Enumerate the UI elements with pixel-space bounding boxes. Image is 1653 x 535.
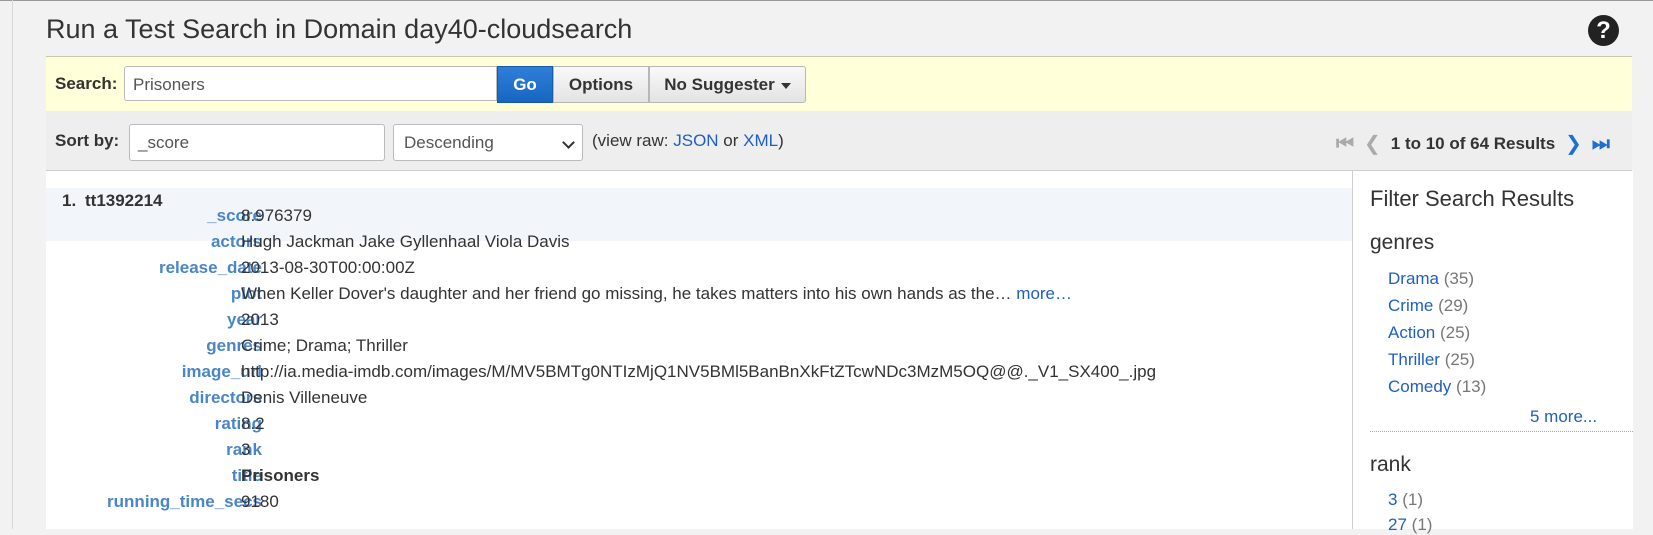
first-page-icon[interactable]: ⏮ (1336, 133, 1354, 156)
field-key: title (231, 466, 262, 485)
field-value: 8.976379 (241, 206, 312, 225)
facet-count: (25) (1444, 350, 1475, 369)
facet-count: (1) (1411, 515, 1433, 534)
facet-link[interactable]: 27 (1388, 515, 1407, 534)
sort-order-value: Descending (404, 133, 494, 152)
field-row: actors Hugh Jackman Jake Gyllenhaal Viol… (46, 232, 1352, 258)
suggester-label: No Suggester (664, 75, 775, 94)
field-key: rank (226, 440, 262, 459)
field-row: release_date 2013-08-30T00:00:00Z (46, 258, 1352, 284)
facet-link[interactable]: Crime (1388, 296, 1433, 315)
facet-link[interactable]: Thriller (1388, 350, 1440, 369)
results-panel: 1. tt1392214 _score 8.976379 actors Hugh… (46, 171, 1352, 529)
facet-link[interactable]: 3 (1388, 490, 1397, 509)
field-value: 3 (241, 440, 251, 459)
field-row: _score 8.976379 (46, 206, 1352, 232)
chevron-down-icon (562, 136, 575, 149)
field-value: When Keller Dover's daughter and her fri… (241, 284, 1072, 304)
last-page-icon[interactable]: ⏭ (1592, 133, 1610, 156)
page-title: Run a Test Search in Domain day40-clouds… (46, 14, 633, 44)
field-value: Hugh Jackman Jake Gyllenhaal Viola Davis (241, 232, 570, 251)
left-border (12, 0, 13, 529)
search-input[interactable]: Prisoners (124, 66, 497, 101)
field-row: rank 3 (46, 440, 1352, 466)
sort-order-select[interactable]: Descending (393, 124, 583, 161)
xml-link[interactable]: XML (743, 131, 778, 150)
field-row: title Prisoners (46, 466, 1352, 492)
facet-count: (1) (1402, 490, 1423, 509)
field-key: actors (210, 232, 262, 251)
facet-count: (25) (1439, 323, 1471, 342)
facet-heading-genres: genres (1370, 231, 1435, 254)
facet-item[interactable]: Comedy (13) (1388, 377, 1486, 397)
field-value: Prisoners (241, 466, 320, 485)
facet-link[interactable]: Comedy (1388, 377, 1451, 396)
field-row: plot When Keller Dover's daughter and he… (46, 284, 1352, 310)
pagination: ⏮ ❮ 1 to 10 of 64 Results ❯ ⏭ (1336, 131, 1610, 156)
field-row: rating 8.2 (46, 414, 1352, 440)
help-icon[interactable]: ? (1588, 15, 1619, 46)
divider (1370, 431, 1633, 432)
plot-more-link[interactable]: more… (1016, 284, 1072, 303)
field-value: Crime; Drama; Thriller (241, 336, 408, 355)
facet-item[interactable]: Drama (35) (1388, 269, 1474, 289)
filter-sidebar: Filter Search Results genres Drama (35) … (1352, 171, 1633, 534)
sort-field-input[interactable]: _score (129, 124, 385, 161)
options-button[interactable]: Options (553, 66, 649, 103)
sort-bar: Sort by: _score Descending (view raw: JS… (46, 111, 1632, 171)
facet-item[interactable]: Thriller (25) (1388, 350, 1475, 370)
facet-link[interactable]: Action (1388, 323, 1435, 342)
field-key: genres (206, 336, 262, 355)
filter-title: Filter Search Results (1370, 186, 1575, 211)
or-text: or (718, 131, 744, 150)
facet-link[interactable]: Drama (1388, 269, 1439, 288)
facet-count: (35) (1443, 269, 1474, 288)
search-bar: Search: Prisoners Go Options No Suggeste… (46, 56, 1632, 113)
plot-text: When Keller Dover's daughter and her fri… (241, 284, 1012, 303)
facet-heading-rank: rank (1370, 453, 1411, 476)
view-raw-suffix: ) (778, 131, 784, 150)
results-count: 1 to 10 of 64 Results (1390, 134, 1556, 153)
field-key: running_time_secs (107, 492, 262, 511)
field-row: running_time_secs 9180 (46, 492, 1352, 518)
prev-page-icon[interactable]: ❮ (1364, 131, 1381, 156)
facet-count: (29) (1438, 296, 1469, 315)
field-row: image_url http://ia.media-imdb.com/image… (46, 362, 1352, 388)
field-row: year 2013 (46, 310, 1352, 336)
sort-label: Sort by: (55, 131, 120, 150)
field-key: plot (230, 284, 262, 303)
field-key: release_date (158, 258, 262, 277)
search-label: Search: (55, 74, 118, 93)
field-key: _score (207, 206, 262, 225)
field-key: directors (189, 388, 262, 407)
facet-item[interactable]: 27 (1) (1388, 515, 1432, 535)
view-raw: (view raw: JSON or XML) (592, 131, 784, 151)
suggester-dropdown[interactable]: No Suggester (649, 66, 806, 103)
field-value: 2013-08-30T00:00:00Z (241, 258, 415, 277)
field-row: genres Crime; Drama; Thriller (46, 336, 1352, 362)
field-key: rating (214, 414, 262, 433)
view-raw-prefix: (view raw: (592, 131, 674, 150)
facet-item[interactable]: Crime (29) (1388, 296, 1468, 316)
field-value: 9180 (241, 492, 279, 511)
top-border (0, 0, 1653, 1)
caret-down-icon (780, 82, 791, 89)
facet-count: (13) (1456, 377, 1487, 396)
facet-item[interactable]: 3 (1) (1388, 490, 1423, 510)
field-value: 8.2 (241, 414, 265, 433)
field-value: http://ia.media-imdb.com/images/M/MV5BMT… (241, 362, 1157, 381)
go-button[interactable]: Go (497, 66, 553, 103)
field-value: Denis Villeneuve (241, 388, 368, 407)
genres-more-link[interactable]: 5 more... (1530, 407, 1597, 427)
next-page-icon[interactable]: ❯ (1565, 131, 1582, 156)
field-key: year (227, 310, 262, 329)
field-row: directors Denis Villeneuve (46, 388, 1352, 414)
field-value: 2013 (241, 310, 279, 329)
facet-item[interactable]: Action (25) (1388, 323, 1470, 343)
field-key: image_url (181, 362, 262, 381)
json-link[interactable]: JSON (673, 131, 718, 150)
